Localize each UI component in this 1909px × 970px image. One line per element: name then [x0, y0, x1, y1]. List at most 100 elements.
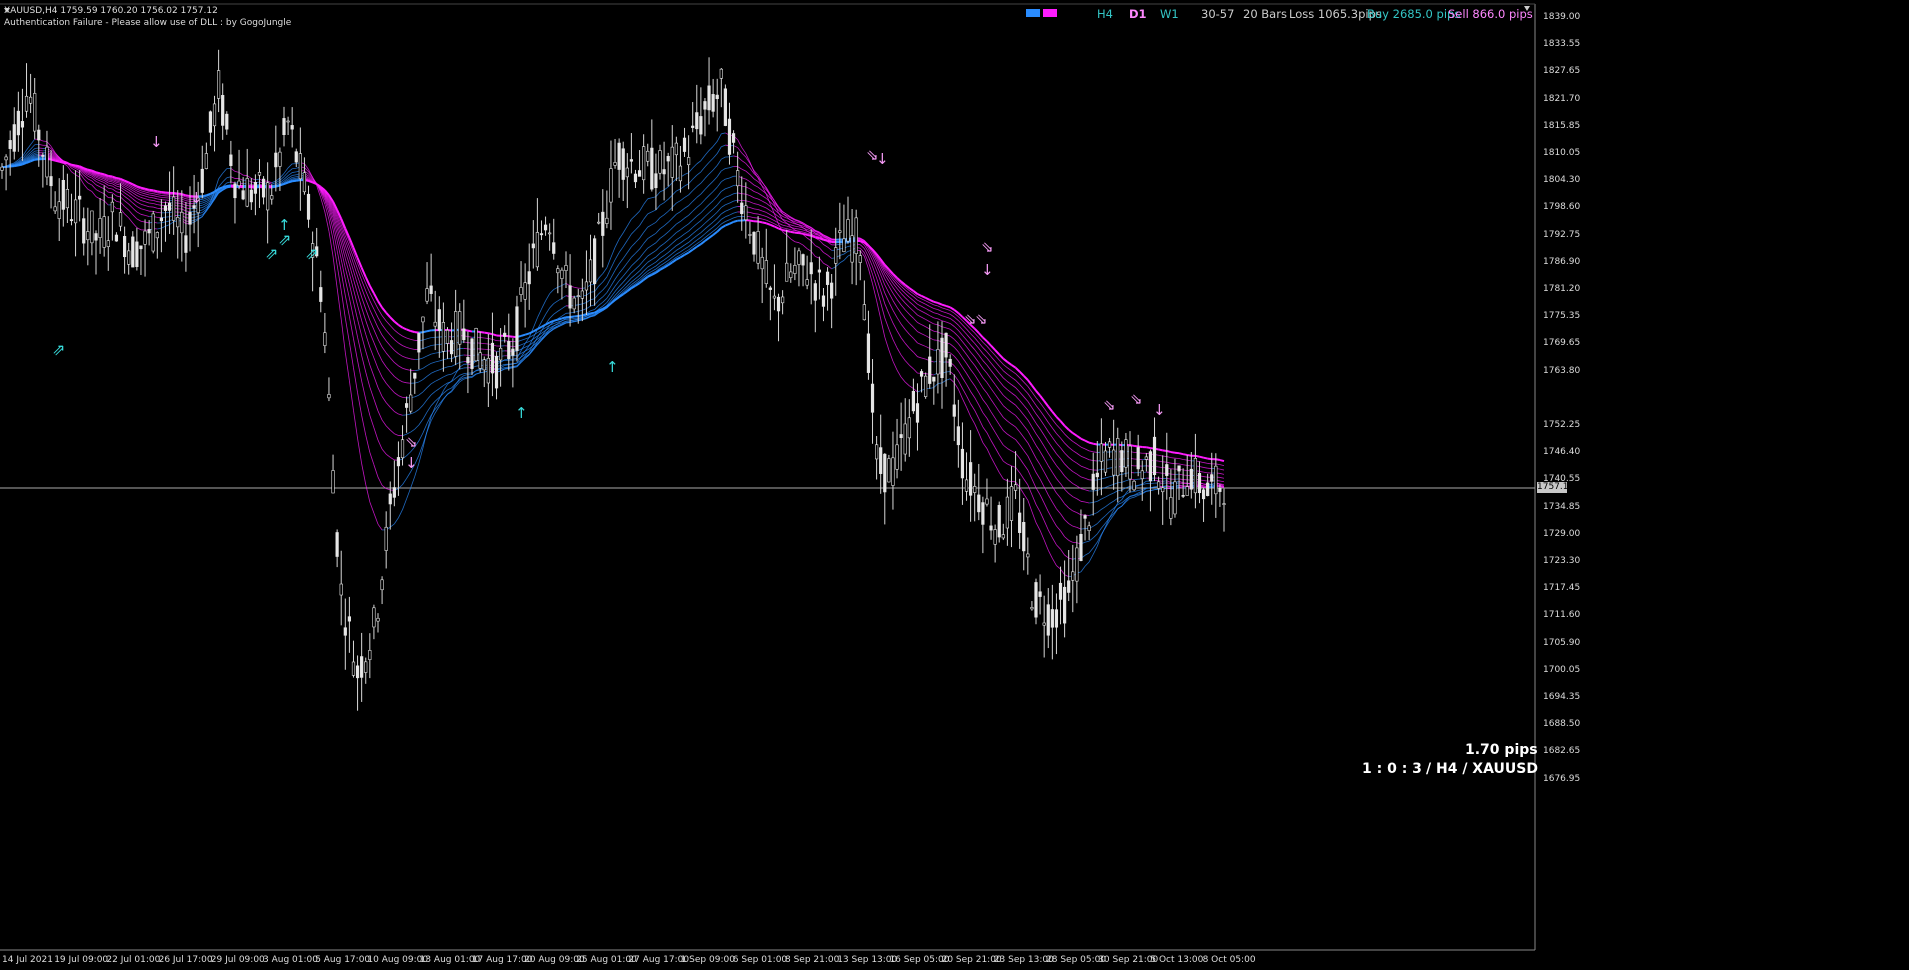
candle-body — [834, 247, 838, 264]
candle-body — [993, 529, 997, 545]
ma-ribbon-segment — [410, 330, 416, 334]
ma-ribbon-segment — [586, 312, 591, 316]
candle-body — [875, 444, 879, 460]
ma-ribbon-segment — [222, 185, 228, 189]
tf-w1-button[interactable]: W1 — [1160, 7, 1179, 21]
candle-body — [756, 231, 760, 264]
candle-body — [932, 376, 936, 382]
candle-body — [858, 255, 862, 263]
candle-body — [499, 347, 503, 361]
candle-body — [208, 111, 213, 133]
candle-body — [572, 297, 576, 310]
candle-body — [666, 155, 670, 162]
ma-ribbon-segment — [504, 368, 509, 370]
candle-body — [838, 230, 842, 233]
ma-ribbon-segment — [582, 313, 587, 317]
candle-body — [400, 439, 405, 459]
tf-h4-button[interactable]: H4 — [1097, 7, 1113, 21]
candle-body — [405, 403, 409, 408]
time-axis-label: 19 Jul 09:00 — [54, 955, 109, 965]
candle-body — [1022, 522, 1026, 552]
candle-body — [396, 457, 401, 467]
candle-body — [1218, 487, 1222, 492]
candle-body — [409, 394, 413, 412]
candle-body — [678, 165, 683, 182]
candle-body — [184, 235, 188, 253]
candle-body — [564, 265, 568, 271]
candle-body — [33, 93, 37, 132]
price-axis-label: 1700.05 — [1543, 664, 1581, 675]
ma-ribbon-segment — [1129, 491, 1135, 493]
candle-body — [364, 661, 368, 673]
price-axis-label: 1781.20 — [1543, 284, 1581, 294]
ma-ribbon-segment — [1203, 456, 1208, 460]
candle-body — [454, 311, 458, 357]
candle-body — [1148, 451, 1153, 482]
sell-arrow-icon: ⇘ — [981, 238, 994, 256]
candle-body — [204, 153, 208, 169]
candle-body — [290, 125, 294, 130]
price-axis-label: 1705.90 — [1543, 637, 1581, 648]
pips-readout: 1.70 pips — [1465, 742, 1538, 758]
candle-body — [744, 205, 748, 221]
candle-body — [919, 371, 924, 377]
candle-body — [674, 142, 678, 156]
chart-menu-triangle-icon[interactable] — [1524, 6, 1530, 11]
candle-body — [245, 178, 249, 207]
candle-body — [1157, 481, 1161, 489]
candle-body — [82, 218, 86, 244]
candle-body — [278, 151, 282, 167]
candle-body — [1083, 515, 1087, 519]
price-axis-label: 1688.50 — [1543, 719, 1581, 730]
buy-arrow-icon: ↑ — [515, 404, 528, 422]
bars-label: 20 Bars — [1243, 7, 1287, 21]
price-axis-label: 1682.65 — [1543, 746, 1581, 757]
candle-body — [736, 170, 740, 187]
candle-body — [1001, 534, 1005, 539]
candle-body — [911, 390, 915, 412]
candle-body — [584, 281, 589, 291]
ma-ribbon-segment — [287, 180, 293, 184]
ma-ribbon-segment — [1203, 480, 1208, 482]
candle-body — [1071, 571, 1075, 581]
sell-arrow-icon: ⇘ — [1103, 396, 1116, 414]
candle-body — [4, 156, 8, 161]
candle-body — [989, 525, 993, 531]
price-chart[interactable]: ⇗ ⇗ ⇗ ⇗ ↑ ↑ ↑ ↓ ↓ ⇘ ↓ ⇘ ↓ ⇘ ↓ ⇘ ⇘ ⇘ ⇘ ↓ — [0, 0, 1909, 970]
candle-body — [486, 357, 490, 384]
ma-ribbon-segment — [1187, 453, 1192, 457]
buy-arrow-icon: ⇗ — [305, 244, 318, 263]
time-axis-label: 1 Sep 09:00 — [680, 955, 735, 965]
candle-body — [1018, 512, 1022, 533]
candle-body — [253, 182, 257, 194]
auth-failure-message: Authentication Failure - Please allow us… — [4, 18, 292, 28]
candle-body — [102, 216, 106, 248]
candle-body — [617, 142, 621, 170]
ma-ribbon-segment — [149, 194, 154, 196]
ma-ribbon-segment — [806, 233, 812, 237]
candle-body — [813, 283, 817, 301]
candle-body — [343, 627, 347, 636]
candle-body — [997, 505, 1001, 538]
sell-arrow-icon: ⇘ — [975, 310, 988, 328]
candle-body — [1120, 450, 1124, 472]
ma-ribbon-segment — [1158, 448, 1163, 452]
buy-arrow-icon: ↑ — [278, 216, 291, 234]
candle-body — [797, 250, 801, 265]
candle-body — [474, 328, 478, 362]
ma-ribbon-segment — [553, 318, 559, 322]
candle-body — [711, 94, 715, 112]
ma-ribbon-segment — [116, 177, 121, 180]
candle-body — [707, 85, 711, 111]
candle-body — [466, 357, 470, 364]
candle-body — [282, 118, 286, 135]
tf-d1-button[interactable]: D1 — [1129, 7, 1147, 21]
candle-body — [695, 112, 699, 130]
candle-body — [286, 120, 290, 123]
candle-body — [1132, 480, 1136, 491]
candle-body — [895, 444, 899, 470]
ma-ribbon-segment — [1162, 486, 1167, 488]
ma-ribbon-segment — [1162, 449, 1167, 452]
price-axis-label: 1746.40 — [1543, 447, 1581, 458]
candle-body — [633, 173, 638, 183]
